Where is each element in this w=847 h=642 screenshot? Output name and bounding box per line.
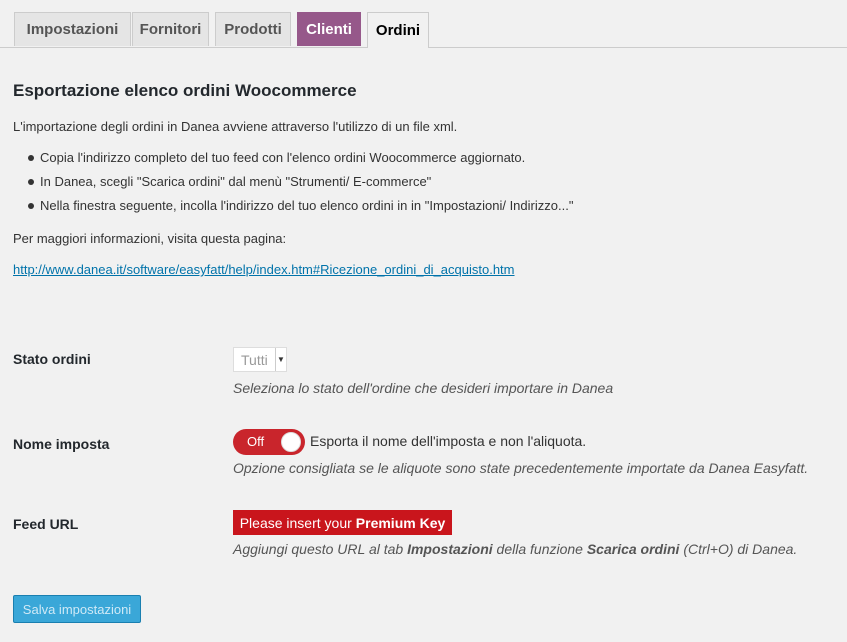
desc-part: Aggiungi questo URL al tab xyxy=(233,541,404,557)
tab-impostazioni[interactable]: Impostazioni xyxy=(14,12,131,46)
tab-prodotti[interactable]: Prodotti xyxy=(215,12,291,46)
page-title: Esportazione elenco ordini Woocommerce xyxy=(13,81,357,100)
desc-part: della funzione xyxy=(496,541,583,557)
tab-bar: Impostazioni Fornitori Prodotti Clienti … xyxy=(0,0,847,48)
steps-list: Copia l'indirizzo completo del tuo feed … xyxy=(28,150,573,222)
feed-url-description: Aggiungi questo URL al tab Impostazioni … xyxy=(233,541,797,557)
premium-key-text: Premium Key xyxy=(355,514,446,531)
list-item: Copia l'indirizzo completo del tuo feed … xyxy=(28,150,573,174)
nome-imposta-toggle[interactable]: Off xyxy=(233,429,305,455)
stato-ordini-description: Seleziona lo stato dell'ordine che desid… xyxy=(233,380,614,396)
tab-ordini[interactable]: Ordini xyxy=(367,12,429,48)
nome-imposta-toggle-text: Esporta il nome dell'imposta e non l'ali… xyxy=(310,433,587,449)
save-button[interactable]: Salva impostazioni xyxy=(13,595,141,623)
tab-fornitori[interactable]: Fornitori xyxy=(132,12,209,46)
list-item: Nella finestra seguente, incolla l'indir… xyxy=(28,198,573,222)
help-link[interactable]: http://www.danea.it/software/easyfatt/he… xyxy=(13,262,515,277)
desc-tab-name: Impostazioni xyxy=(407,541,493,557)
stato-ordini-label: Stato ordini xyxy=(13,351,91,367)
chevron-down-icon: ▼ xyxy=(275,348,286,371)
feed-url-label: Feed URL xyxy=(13,516,79,532)
select-value: Tutti xyxy=(241,351,268,368)
stato-ordini-select[interactable]: Tutti ▼ xyxy=(233,347,287,372)
toggle-state-label: Off xyxy=(247,434,265,449)
toggle-knob xyxy=(281,432,301,452)
intro-text: L'importazione degli ordini in Danea avv… xyxy=(13,119,458,134)
tab-clienti[interactable]: Clienti xyxy=(297,12,361,46)
premium-prefix: Please insert your xyxy=(239,514,352,531)
desc-part: (Ctrl+O) di Danea. xyxy=(683,541,798,557)
desc-function-name: Scarica ordini xyxy=(586,541,680,557)
more-info-text: Per maggiori informazioni, visita questa… xyxy=(13,231,287,246)
list-item: In Danea, scegli "Scarica ordini" dal me… xyxy=(28,174,573,198)
premium-key-notice: Please insert your Premium Key xyxy=(233,510,452,535)
nome-imposta-label: Nome imposta xyxy=(13,436,110,452)
nome-imposta-description: Opzione consigliata se le aliquote sono … xyxy=(233,460,809,476)
